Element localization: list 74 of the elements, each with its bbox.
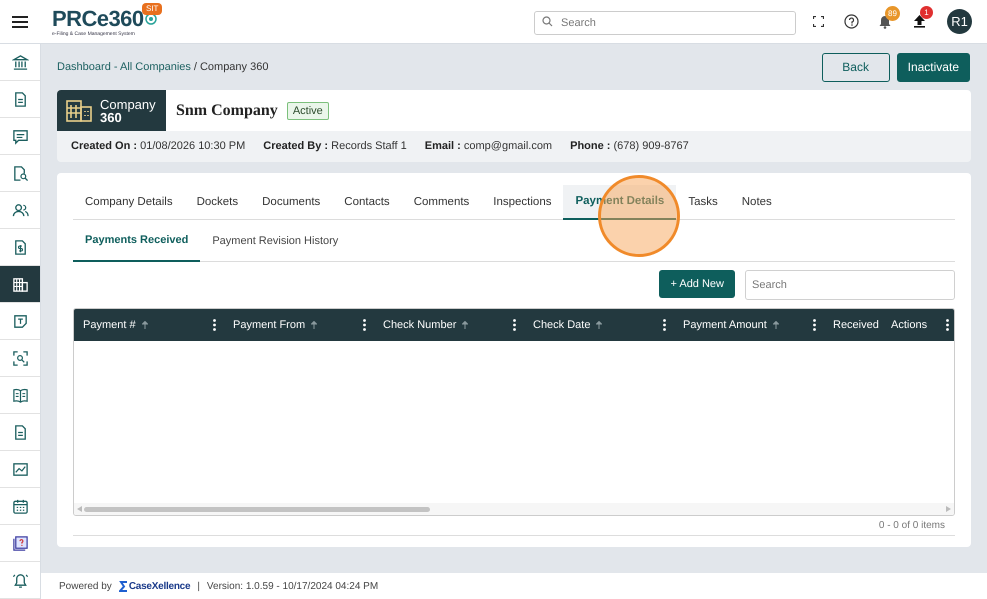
column-header[interactable]: Payment From xyxy=(233,316,306,334)
column-menu-icon[interactable] xyxy=(813,319,816,331)
sub-tab[interactable]: Payments Received xyxy=(73,221,200,262)
breadcrumb-separator: / xyxy=(194,60,197,75)
breadcrumb-current: Company 360 xyxy=(200,60,268,75)
brand-logo-icon xyxy=(118,580,128,592)
add-new-button[interactable]: + Add New xyxy=(659,270,735,298)
search-field[interactable]: Search xyxy=(534,10,796,34)
detail-field: Created By : Records Staff 1 xyxy=(263,138,407,155)
column-header[interactable]: Payment # xyxy=(83,316,136,334)
logo-wordmark: PRCe360 xyxy=(52,6,144,30)
column-header[interactable]: Payment Amount xyxy=(683,316,767,334)
tab[interactable]: Company Details xyxy=(73,185,185,220)
fullscreen-icon[interactable] xyxy=(813,16,824,27)
sort-arrow-icon[interactable] xyxy=(772,321,779,329)
column-header[interactable]: Check Number xyxy=(383,316,456,334)
chat-icon[interactable] xyxy=(12,128,28,144)
search-icon xyxy=(542,16,553,26)
badge-number: 360 xyxy=(100,110,122,124)
column-menu-icon[interactable] xyxy=(663,319,666,331)
column-header[interactable]: Received xyxy=(833,316,879,334)
document-search-icon[interactable] xyxy=(12,164,28,182)
column-menu-icon[interactable] xyxy=(213,319,216,331)
tab[interactable]: Comments xyxy=(402,185,482,220)
column-menu-icon[interactable] xyxy=(946,319,949,331)
column-menu-icon[interactable] xyxy=(363,319,366,331)
sort-arrow-icon[interactable] xyxy=(142,321,148,329)
notification-count: 89 xyxy=(885,6,900,21)
sort-arrow-icon[interactable] xyxy=(596,321,602,329)
building-icon[interactable] xyxy=(12,276,28,292)
pager-info: 0 - 0 of 0 items xyxy=(878,519,945,533)
user-avatar[interactable]: R1 xyxy=(947,9,972,34)
detail-field: Created On : 01/08/2026 10:30 PM xyxy=(71,138,246,155)
upload-icon[interactable] xyxy=(913,14,926,28)
column-header[interactable]: Check Date xyxy=(533,316,590,334)
breadcrumb-link[interactable]: Dashboard - All Companies xyxy=(57,58,191,76)
help-icon[interactable] xyxy=(844,14,859,29)
chart-icon[interactable] xyxy=(12,460,28,478)
users-icon[interactable] xyxy=(12,202,28,218)
upload-count: 1 xyxy=(920,6,933,19)
sort-arrow-icon[interactable] xyxy=(311,321,318,329)
status-badge: Active xyxy=(286,102,329,120)
building-icon xyxy=(66,100,92,122)
back-button[interactable]: Back xyxy=(822,52,890,82)
note-icon[interactable] xyxy=(12,312,28,330)
menu-icon[interactable] xyxy=(12,14,28,28)
tab[interactable]: Dockets xyxy=(184,185,250,220)
sort-arrow-icon[interactable] xyxy=(462,321,468,329)
bell-icon[interactable] xyxy=(879,15,891,29)
inactivate-button[interactable]: Inactivate xyxy=(896,52,970,82)
badge-label: Company xyxy=(100,98,156,110)
tab[interactable]: Inspections xyxy=(481,185,564,220)
brand-name: CaseXellence xyxy=(128,580,190,594)
detail-field: Email : comp@gmail.com xyxy=(424,138,552,155)
column-menu-icon[interactable] xyxy=(513,319,516,331)
environment-badge: SIT xyxy=(142,2,162,14)
tab[interactable]: Notes xyxy=(730,185,784,220)
table-search-field[interactable]: Search xyxy=(745,270,955,300)
tab[interactable]: Contacts xyxy=(332,185,402,220)
bank-icon[interactable] xyxy=(12,54,28,70)
calendar-icon[interactable] xyxy=(12,498,28,514)
alarm-bell-icon[interactable] xyxy=(12,572,28,588)
company-name: Snm Company xyxy=(176,100,278,120)
scan-search-icon[interactable] xyxy=(12,350,28,366)
detail-field: Phone : (678) 909-8767 xyxy=(570,138,689,155)
book-icon[interactable] xyxy=(12,386,28,404)
column-header[interactable]: Actions xyxy=(891,316,928,334)
tab[interactable]: Documents xyxy=(250,185,332,220)
tab[interactable]: Tasks xyxy=(676,185,730,220)
version-text: Version: 1.0.59 - 10/17/2024 04:24 PM xyxy=(206,580,378,594)
footer-separator: | xyxy=(197,580,200,594)
help-book-icon[interactable] xyxy=(12,534,28,552)
sub-tab[interactable]: Payment Revision History xyxy=(200,221,350,262)
powered-by-label: Powered by xyxy=(59,580,112,594)
